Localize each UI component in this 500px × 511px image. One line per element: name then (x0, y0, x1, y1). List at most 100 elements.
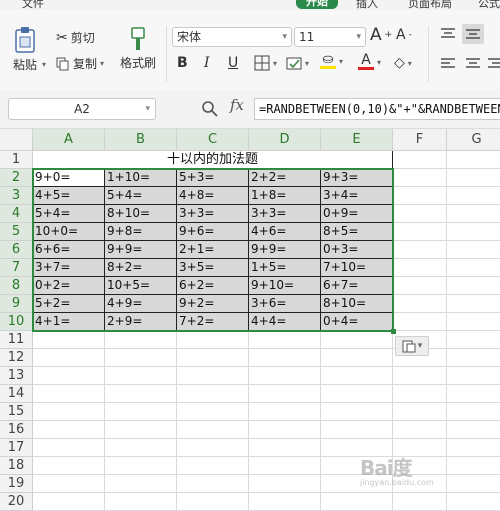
cell[interactable] (393, 241, 447, 259)
problem-cell[interactable]: 3+6= (249, 295, 321, 313)
row-header-19[interactable]: 19 (0, 475, 33, 493)
problem-cell[interactable]: 6+6= (33, 241, 105, 259)
problem-cell[interactable]: 3+3= (177, 205, 249, 223)
cell[interactable] (177, 385, 249, 403)
problem-cell[interactable]: 9+2= (177, 295, 249, 313)
cell[interactable] (447, 313, 500, 331)
copy-button[interactable]: 复制 ▾ (56, 55, 104, 72)
cell[interactable] (249, 385, 321, 403)
problem-cell[interactable]: 10+0= (33, 223, 105, 241)
cell[interactable] (447, 277, 500, 295)
row-header-3[interactable]: 3 (0, 187, 33, 205)
row-header-9[interactable]: 9 (0, 295, 33, 313)
cell[interactable] (447, 259, 500, 277)
problem-cell[interactable]: 9+10= (249, 277, 321, 295)
row-header-10[interactable]: 10 (0, 313, 33, 331)
row-header-8[interactable]: 8 (0, 277, 33, 295)
row-header-13[interactable]: 13 (0, 367, 33, 385)
cell[interactable] (447, 475, 500, 493)
cell[interactable] (249, 493, 321, 511)
paste-dropdown-icon[interactable]: ▾ (42, 60, 46, 69)
cell[interactable] (33, 475, 105, 493)
problem-cell[interactable]: 10+5= (105, 277, 177, 295)
problem-cell[interactable]: 2+1= (177, 241, 249, 259)
font-size-select[interactable]: 11 ▾ (294, 27, 366, 47)
cell[interactable] (177, 331, 249, 349)
cell[interactable] (447, 169, 500, 187)
row-header-6[interactable]: 6 (0, 241, 33, 259)
problem-cell[interactable]: 1+5= (249, 259, 321, 277)
cell[interactable] (393, 295, 447, 313)
cell[interactable] (249, 349, 321, 367)
problem-cell[interactable]: 7+2= (177, 313, 249, 331)
problem-cell[interactable]: 3+5= (177, 259, 249, 277)
sheet-title-cell[interactable]: 十以内的加法题 (33, 151, 393, 169)
menu-file[interactable]: 文件 (22, 0, 44, 10)
copy-dropdown-icon[interactable]: ▾ (100, 59, 104, 68)
row-header-2[interactable]: 2 (0, 169, 33, 187)
name-box[interactable]: A2 ▾ (8, 98, 156, 120)
problem-cell[interactable]: 3+7= (33, 259, 105, 277)
fill-color-button[interactable]: ⛀ ▾ (320, 53, 343, 69)
problem-cell[interactable]: 2+2= (249, 169, 321, 187)
row-header-5[interactable]: 5 (0, 223, 33, 241)
cell[interactable] (393, 385, 447, 403)
cell[interactable] (249, 475, 321, 493)
row-header-16[interactable]: 16 (0, 421, 33, 439)
cell-style-button[interactable]: ▾ (286, 55, 309, 71)
cell[interactable] (393, 313, 447, 331)
cell[interactable] (447, 205, 500, 223)
cell[interactable] (393, 259, 447, 277)
menu-page-layout[interactable]: 页面布局 (408, 0, 452, 10)
cell[interactable] (393, 277, 447, 295)
problem-cell[interactable]: 4+4= (249, 313, 321, 331)
problem-cell[interactable]: 8+10= (105, 205, 177, 223)
underline-button[interactable]: U (228, 55, 238, 71)
cell[interactable] (393, 205, 447, 223)
cell[interactable] (447, 187, 500, 205)
zoom-search-button[interactable] (201, 100, 219, 121)
column-header-e[interactable]: E (321, 129, 393, 151)
cell[interactable] (447, 331, 500, 349)
cell[interactable] (447, 223, 500, 241)
menu-formula[interactable]: 公式 (478, 0, 500, 10)
fx-button[interactable]: fx (230, 96, 244, 114)
problem-cell[interactable]: 4+8= (177, 187, 249, 205)
cell[interactable] (105, 331, 177, 349)
cell[interactable] (447, 385, 500, 403)
cell[interactable] (33, 493, 105, 511)
problem-cell[interactable]: 1+8= (249, 187, 321, 205)
cell[interactable] (177, 421, 249, 439)
align-left-button[interactable] (440, 57, 456, 71)
font-name-select[interactable]: 宋体 ▾ (172, 27, 292, 47)
problem-cell[interactable]: 3+3= (249, 205, 321, 223)
problem-cell[interactable]: 4+9= (105, 295, 177, 313)
cell[interactable] (105, 493, 177, 511)
align-top-button[interactable] (440, 27, 456, 41)
cell[interactable] (393, 493, 447, 511)
cell[interactable] (177, 475, 249, 493)
cell[interactable] (393, 421, 447, 439)
fill-handle[interactable] (391, 329, 396, 334)
cell[interactable] (321, 367, 393, 385)
font-color-button[interactable]: A ▾ (358, 53, 381, 70)
border-button[interactable]: ▾ (254, 55, 277, 71)
cell[interactable] (321, 421, 393, 439)
problem-cell[interactable]: 4+1= (33, 313, 105, 331)
cell[interactable] (33, 349, 105, 367)
cell[interactable] (321, 349, 393, 367)
cell[interactable] (33, 421, 105, 439)
column-header-a[interactable]: A (33, 129, 105, 151)
cell[interactable] (105, 367, 177, 385)
menu-home[interactable]: 开始 (296, 0, 338, 9)
cell[interactable] (249, 367, 321, 385)
problem-cell[interactable]: 5+4= (33, 205, 105, 223)
problem-cell[interactable]: 8+10= (321, 295, 393, 313)
cell[interactable] (105, 349, 177, 367)
paste-options-button[interactable]: ▾ (395, 336, 429, 356)
cell[interactable] (447, 457, 500, 475)
cell[interactable] (105, 421, 177, 439)
bold-button[interactable]: B (177, 55, 188, 71)
row-header-17[interactable]: 17 (0, 439, 33, 457)
menu-insert[interactable]: 插入 (356, 0, 378, 10)
